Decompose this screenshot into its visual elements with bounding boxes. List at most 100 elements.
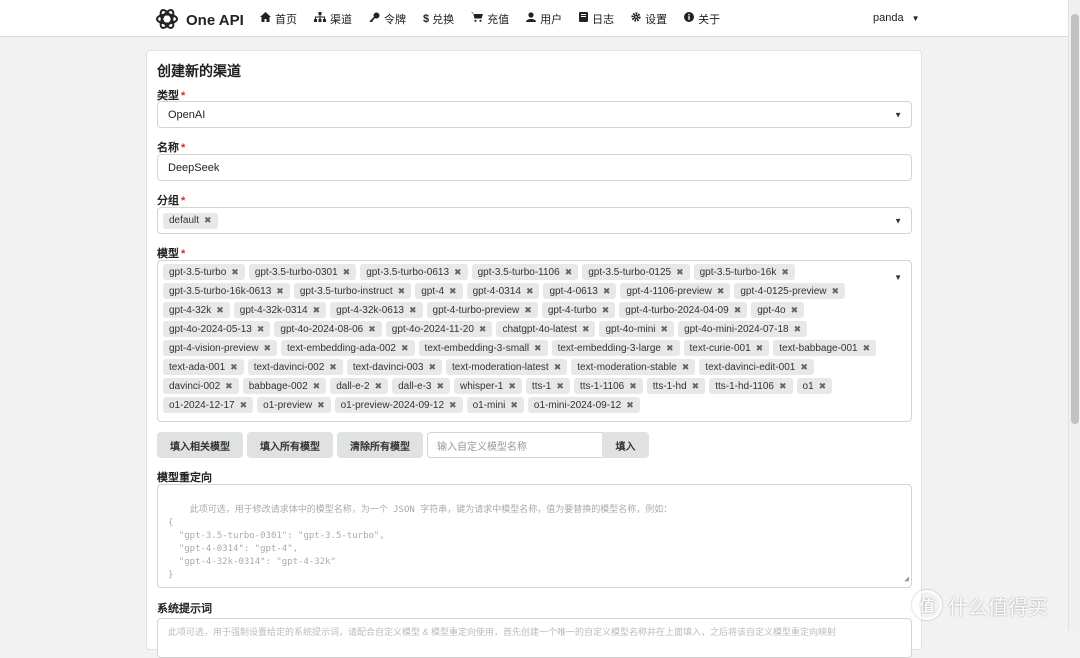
model-tag[interactable]: gpt-4-0613 ✖ <box>543 283 617 299</box>
model-tag[interactable]: gpt-4o-mini ✖ <box>599 321 675 337</box>
remove-tag-icon[interactable]: ✖ <box>436 381 444 392</box>
remove-tag-icon[interactable]: ✖ <box>240 400 248 411</box>
remove-tag-icon[interactable]: ✖ <box>863 343 871 354</box>
remove-tag-icon[interactable]: ✖ <box>368 324 376 335</box>
model-tag[interactable]: tts-1 ✖ <box>525 378 570 394</box>
model-tag[interactable]: dall-e-3 ✖ <box>392 378 451 394</box>
remove-tag-icon[interactable]: ✖ <box>819 381 827 392</box>
model-tag[interactable]: gpt-4-turbo ✖ <box>541 302 616 318</box>
nav-item-users[interactable]: 用户 <box>526 11 562 27</box>
remove-tag-icon[interactable]: ✖ <box>526 286 534 297</box>
model-tag[interactable]: gpt-3.5-turbo-16k-0613 ✖ <box>163 283 290 299</box>
model-tag[interactable]: tts-1-1106 ✖ <box>573 378 643 394</box>
model-tag[interactable]: gpt-4-32k ✖ <box>163 302 230 318</box>
remove-tag-icon[interactable]: ✖ <box>401 343 409 354</box>
nav-item-tokens[interactable]: 令牌 <box>369 11 406 27</box>
remove-tag-icon[interactable]: ✖ <box>534 343 542 354</box>
model-tag[interactable]: gpt-4o ✖ <box>751 302 805 318</box>
model-tag[interactable]: text-davinci-edit-001 ✖ <box>699 359 814 375</box>
model-tag[interactable]: gpt-4-32k-0314 ✖ <box>233 302 327 318</box>
nav-item-logs[interactable]: 日志 <box>579 11 614 27</box>
type-select[interactable]: OpenAI ▼ <box>157 101 912 128</box>
remove-tag-icon[interactable]: ✖ <box>556 381 564 392</box>
remove-tag-icon[interactable]: ✖ <box>524 305 532 316</box>
remove-tag-icon[interactable]: ✖ <box>216 305 224 316</box>
model-tag[interactable]: tts-1-hd-1106 ✖ <box>709 378 793 394</box>
clear-all-models-button[interactable]: 清除所有模型 <box>337 432 423 458</box>
remove-tag-icon[interactable]: ✖ <box>666 343 674 354</box>
model-tag[interactable]: text-davinci-003 ✖ <box>346 359 442 375</box>
model-tag[interactable]: gpt-3.5-turbo-0301 ✖ <box>248 264 357 280</box>
remove-tag-icon[interactable]: ✖ <box>692 381 700 392</box>
remove-tag-icon[interactable]: ✖ <box>832 286 840 297</box>
remove-tag-icon[interactable]: ✖ <box>626 400 634 411</box>
remove-tag-icon[interactable]: ✖ <box>343 267 351 278</box>
resize-handle-icon[interactable]: ◢ <box>904 572 909 585</box>
remove-tag-icon[interactable]: ✖ <box>603 286 611 297</box>
remove-tag-icon[interactable]: ✖ <box>582 324 590 335</box>
remove-tag-icon[interactable]: ✖ <box>734 305 742 316</box>
model-tag[interactable]: text-davinci-002 ✖ <box>247 359 343 375</box>
model-tag[interactable]: text-embedding-3-small ✖ <box>418 340 548 356</box>
nav-item-topup[interactable]: 充值 <box>471 11 509 27</box>
model-tag[interactable]: gpt-3.5-turbo ✖ <box>163 264 245 280</box>
remove-tag-icon[interactable]: ✖ <box>329 362 337 373</box>
model-tag[interactable]: gpt-4-0314 ✖ <box>466 283 540 299</box>
model-tag[interactable]: gpt-3.5-turbo-16k ✖ <box>693 264 795 280</box>
nav-item-channels[interactable]: 渠道 <box>314 11 352 27</box>
model-tag[interactable]: gpt-4o-mini-2024-07-18 ✖ <box>678 321 808 337</box>
remove-tag-icon[interactable]: ✖ <box>231 267 239 278</box>
fill-custom-model-button[interactable]: 填入 <box>602 432 649 458</box>
model-tag[interactable]: gpt-3.5-turbo-instruct ✖ <box>293 283 412 299</box>
remove-tag-icon[interactable]: ✖ <box>230 362 238 373</box>
remove-tag-icon[interactable]: ✖ <box>602 305 610 316</box>
model-tag[interactable]: gpt-3.5-turbo-0125 ✖ <box>582 264 690 280</box>
model-tag[interactable]: gpt-4-turbo-preview ✖ <box>426 302 538 318</box>
remove-tag-icon[interactable]: ✖ <box>263 343 271 354</box>
model-tag[interactable]: text-ada-001 ✖ <box>163 359 244 375</box>
remove-tag-icon[interactable]: ✖ <box>375 381 383 392</box>
model-tag[interactable]: gpt-4-turbo-2024-04-09 ✖ <box>619 302 748 318</box>
group-multiselect[interactable]: default ✖ ▼ <box>157 207 912 234</box>
model-tag[interactable]: gpt-4-1106-preview ✖ <box>620 283 731 299</box>
remove-tag-icon[interactable]: ✖ <box>794 324 802 335</box>
model-tag[interactable]: text-moderation-stable ✖ <box>571 359 696 375</box>
remove-tag-icon[interactable]: ✖ <box>661 324 669 335</box>
remove-tag-icon[interactable]: ✖ <box>781 267 789 278</box>
remove-tag-icon[interactable]: ✖ <box>449 286 457 297</box>
model-tag[interactable]: o1-preview-2024-09-12 ✖ <box>334 397 463 413</box>
group-tag[interactable]: default ✖ <box>163 212 218 229</box>
model-tag[interactable]: gpt-4-0125-preview ✖ <box>734 283 846 299</box>
model-tag[interactable]: gpt-3.5-turbo-1106 ✖ <box>471 264 579 280</box>
scrollbar-thumb[interactable] <box>1071 14 1079 424</box>
remove-tag-icon[interactable]: ✖ <box>510 400 518 411</box>
remove-tag-icon[interactable]: ✖ <box>409 305 417 316</box>
remove-tag-icon[interactable]: ✖ <box>313 305 321 316</box>
model-tag[interactable]: text-babbage-001 ✖ <box>773 340 877 356</box>
models-multiselect[interactable]: gpt-3.5-turbo ✖ gpt-3.5-turbo-0301 ✖ gpt-3.5… <box>157 260 912 422</box>
model-tag[interactable]: o1-mini-2024-09-12 ✖ <box>527 397 640 413</box>
remove-tag-icon[interactable]: ✖ <box>554 362 562 373</box>
nav-item-redeem[interactable]: $ 兑换 <box>423 11 454 27</box>
remove-tag-icon[interactable]: ✖ <box>717 286 725 297</box>
model-tag[interactable]: text-moderation-latest ✖ <box>445 359 568 375</box>
custom-model-input[interactable]: 输入自定义模型名称 <box>427 432 602 458</box>
remove-tag-icon[interactable]: ✖ <box>313 381 321 392</box>
remove-tag-icon[interactable]: ✖ <box>398 286 406 297</box>
brand[interactable]: One API <box>154 6 244 35</box>
model-tag[interactable]: text-embedding-3-large ✖ <box>551 340 680 356</box>
model-redirect-textarea[interactable]: 此项可选，用于修改请求体中的模型名称，为一个 JSON 字符串，键为请求中模型名… <box>157 484 912 588</box>
remove-tag-icon[interactable]: ✖ <box>682 362 690 373</box>
model-tag[interactable]: davinci-002 ✖ <box>163 378 239 394</box>
remove-tag-icon[interactable]: ✖ <box>479 324 487 335</box>
model-tag[interactable]: gpt-4 ✖ <box>415 283 463 299</box>
remove-tag-icon[interactable]: ✖ <box>676 267 684 278</box>
fill-all-models-button[interactable]: 填入所有模型 <box>247 432 333 458</box>
model-tag[interactable]: text-embedding-ada-002 ✖ <box>281 340 415 356</box>
model-tag[interactable]: dall-e-2 ✖ <box>330 378 389 394</box>
model-tag[interactable]: gpt-4-vision-preview ✖ <box>163 340 278 356</box>
model-tag[interactable]: tts-1-hd ✖ <box>646 378 706 394</box>
model-tag[interactable]: text-curie-001 ✖ <box>683 340 770 356</box>
remove-tag-icon[interactable]: ✖ <box>454 267 462 278</box>
model-tag[interactable]: whisper-1 ✖ <box>454 378 522 394</box>
